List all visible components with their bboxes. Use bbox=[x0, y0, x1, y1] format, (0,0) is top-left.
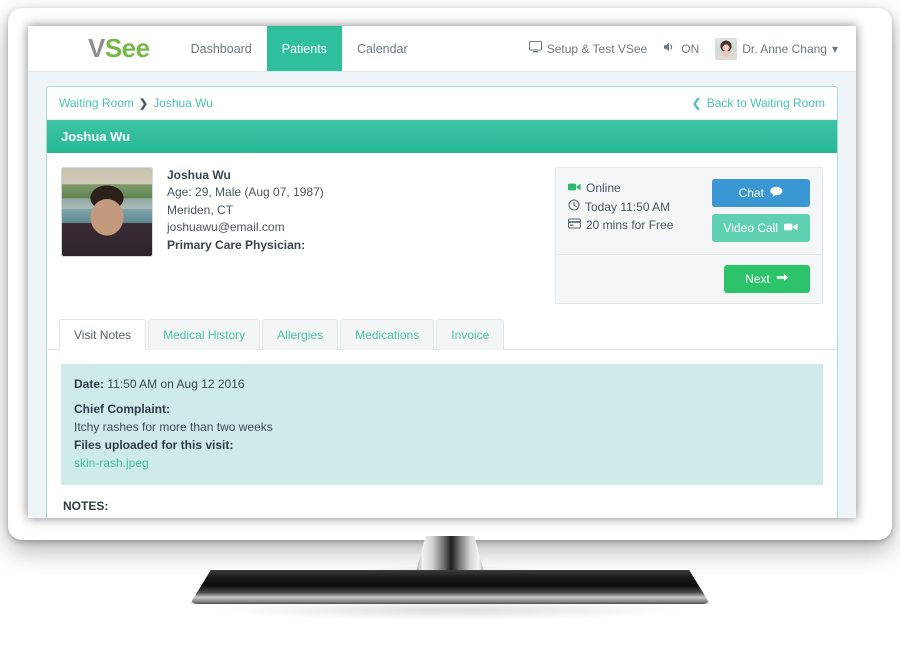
page-container: Waiting Room ❯ Joshua Wu ❮ Back to Waiti… bbox=[28, 72, 856, 518]
status-info-list: Online Today 11:50 AM 20 mins for Free bbox=[568, 179, 712, 242]
avatar bbox=[715, 37, 738, 60]
video-camera-icon bbox=[568, 179, 581, 198]
vsee-application: V See Dashboard Patients Calendar Setup &… bbox=[28, 26, 856, 518]
breadcrumb-waiting-room[interactable]: Waiting Room bbox=[59, 96, 134, 110]
nav-item-patients[interactable]: Patients bbox=[266, 26, 342, 71]
status-online-label: Online bbox=[586, 181, 621, 195]
tv-stand-base bbox=[190, 570, 710, 604]
visit-notes-body: NOTES: Past Medical History Heart diseas… bbox=[61, 485, 823, 518]
next-button[interactable]: Next bbox=[724, 265, 810, 293]
chat-bubble-icon bbox=[770, 186, 783, 200]
tab-medications[interactable]: Medications bbox=[340, 319, 435, 350]
vsee-logo[interactable]: V See bbox=[88, 26, 150, 71]
setup-test-vsee-button[interactable]: Setup & Test VSee bbox=[528, 41, 648, 56]
breadcrumb-current-patient[interactable]: Joshua Wu bbox=[153, 96, 213, 110]
speaker-icon bbox=[663, 41, 676, 56]
status-panel-top: Online Today 11:50 AM 20 mins for Free C… bbox=[556, 168, 822, 255]
uploaded-file-link[interactable]: skin-rash.jpeg bbox=[74, 456, 149, 470]
breadcrumb-separator-icon: ❯ bbox=[138, 97, 149, 110]
nav-item-dashboard[interactable]: Dashboard bbox=[176, 26, 267, 71]
patient-title-bar: Joshua Wu bbox=[47, 120, 837, 153]
tab-panel-visit-notes: Date: 11:50 AM on Aug 12 2016 Chief Comp… bbox=[47, 350, 837, 518]
chat-button[interactable]: Chat bbox=[711, 179, 810, 207]
status-online-row: Online bbox=[568, 179, 712, 198]
visit-date-row: Date: 11:50 AM on Aug 12 2016 bbox=[74, 375, 810, 393]
chevron-down-icon: ▾ bbox=[831, 41, 838, 56]
past-medical-history-heading: Past Medical History bbox=[63, 515, 821, 518]
patient-status-panel: Online Today 11:50 AM 20 mins for Free C… bbox=[555, 167, 823, 304]
tv-screen: V See Dashboard Patients Calendar Setup &… bbox=[28, 26, 856, 518]
breadcrumb: Waiting Room ❯ Joshua Wu ❮ Back to Waiti… bbox=[47, 87, 837, 120]
status-action-buttons: Chat Video Call bbox=[711, 179, 810, 242]
visit-date-label: Date: bbox=[74, 377, 105, 391]
tab-allergies[interactable]: Allergies bbox=[262, 319, 339, 350]
arrow-right-icon bbox=[776, 272, 789, 286]
chief-complaint-label: Chief Complaint: bbox=[74, 402, 170, 416]
patient-identity: Joshua Wu Age: 29, Male (Aug 07, 1987) M… bbox=[167, 167, 541, 304]
notes-heading: NOTES: bbox=[63, 499, 109, 513]
patient-location: Meriden, CT bbox=[167, 202, 234, 217]
patient-age-gender-dob: Age: 29, Male (Aug 07, 1987) bbox=[167, 185, 324, 200]
chevron-left-icon: ❮ bbox=[691, 96, 702, 110]
logo-see: See bbox=[104, 33, 150, 63]
setup-test-vsee-label: Setup & Test VSee bbox=[546, 41, 648, 56]
video-camera-icon bbox=[784, 221, 798, 235]
credit-card-icon bbox=[568, 216, 581, 235]
patient-email: joshuawu@email.com bbox=[167, 220, 285, 235]
sound-toggle[interactable]: ON bbox=[663, 41, 699, 56]
files-uploaded-label: Files uploaded for this visit: bbox=[74, 438, 234, 452]
back-to-waiting-room-link[interactable]: ❮ Back to Waiting Room bbox=[692, 96, 825, 110]
back-link-label: Back to Waiting Room bbox=[706, 96, 825, 110]
visit-date-value: 11:50 AM on Aug 12 2016 bbox=[107, 377, 245, 391]
sound-state-label: ON bbox=[681, 41, 700, 56]
visit-spacer bbox=[74, 393, 810, 400]
patient-card: Waiting Room ❯ Joshua Wu ❮ Back to Waiti… bbox=[46, 86, 838, 518]
status-panel-bottom: Next bbox=[556, 255, 822, 303]
user-name-label: Dr. Anne Chang bbox=[742, 41, 827, 56]
patient-name: Joshua Wu bbox=[167, 168, 231, 182]
tv-mockup: V See Dashboard Patients Calendar Setup &… bbox=[0, 0, 900, 648]
nav-item-calendar[interactable]: Calendar bbox=[342, 26, 423, 71]
tab-invoice[interactable]: Invoice bbox=[436, 319, 505, 350]
next-button-label: Next bbox=[745, 272, 770, 286]
tab-medical-history[interactable]: Medical History bbox=[148, 319, 261, 350]
clock-icon bbox=[568, 198, 580, 217]
video-call-button-label: Video Call bbox=[723, 221, 778, 235]
primary-care-physician-label: Primary Care Physician: bbox=[167, 237, 306, 252]
monitor-icon bbox=[528, 41, 542, 56]
navbar-right-group: Setup & Test VSee ON Dr. Anne Chang ▾ bbox=[528, 26, 838, 71]
chief-complaint-value: Itchy rashes for more than two weeks bbox=[74, 420, 273, 434]
status-time-label: Today 11:50 AM bbox=[585, 199, 671, 214]
chat-button-label: Chat bbox=[738, 186, 764, 200]
status-free-label: 20 mins for Free bbox=[586, 218, 674, 233]
logo-v: V bbox=[88, 33, 105, 63]
user-menu[interactable]: Dr. Anne Chang ▾ bbox=[715, 37, 838, 60]
status-time-row: Today 11:50 AM bbox=[568, 198, 712, 217]
tv-stand-reflection bbox=[215, 600, 685, 620]
status-free-minutes-row: 20 mins for Free bbox=[568, 216, 712, 235]
visit-summary-box: Date: 11:50 AM on Aug 12 2016 Chief Comp… bbox=[61, 364, 823, 485]
patient-photo bbox=[61, 167, 153, 257]
patient-tabs: Visit Notes Medical History Allergies Me… bbox=[47, 318, 837, 350]
top-navbar: V See Dashboard Patients Calendar Setup &… bbox=[28, 26, 856, 72]
tab-visit-notes[interactable]: Visit Notes bbox=[59, 319, 147, 350]
video-call-button[interactable]: Video Call bbox=[711, 214, 810, 242]
patient-summary: Joshua Wu Age: 29, Male (Aug 07, 1987) M… bbox=[47, 153, 837, 314]
